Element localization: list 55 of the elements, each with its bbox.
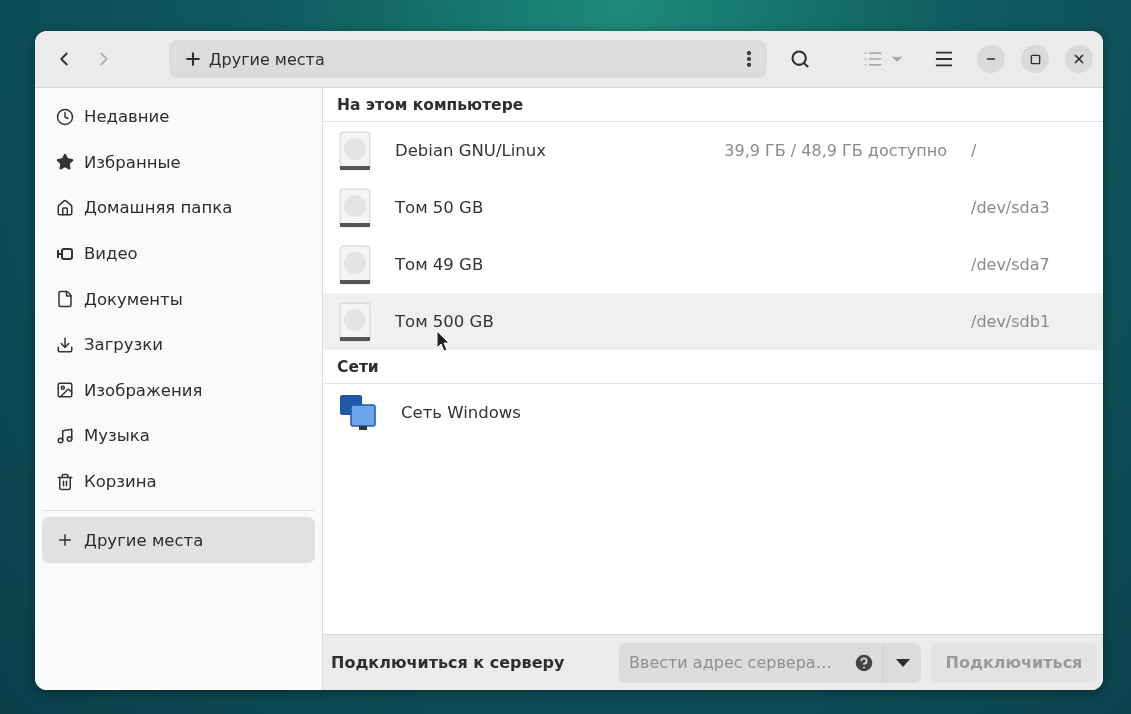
sidebar-item[interactable]: Музыка xyxy=(42,413,315,459)
sidebar-item[interactable]: Недавние xyxy=(42,94,315,140)
sidebar-item[interactable]: Избранные xyxy=(42,139,315,186)
server-address-combo[interactable]: Ввести адрес сервера… xyxy=(619,642,921,683)
network-icon xyxy=(339,393,377,432)
location-row[interactable]: Debian GNU/Linux 39,9 ГБ / 48,9 ГБ доступно / xyxy=(323,122,1103,179)
disk-usage: 39,9 ГБ / 48,9 ГБ доступно xyxy=(724,141,947,160)
hard-drive-icon xyxy=(339,301,371,342)
hard-drive-icon xyxy=(339,187,371,228)
mount-path: /dev/sdb1 xyxy=(971,312,1052,331)
mount-path: / xyxy=(971,141,978,160)
trash-icon xyxy=(56,472,74,491)
mount-path: /dev/sda7 xyxy=(971,255,1051,274)
mount-path: /dev/sda3 xyxy=(971,198,1051,217)
maximize-icon xyxy=(1029,53,1041,65)
location-row[interactable]: Том 50 GB /dev/sda3 xyxy=(323,179,1103,236)
document-icon xyxy=(56,290,74,309)
location-name: Debian GNU/Linux xyxy=(395,141,547,160)
maximize-button[interactable] xyxy=(1021,45,1049,73)
sidebar-item[interactable]: Видео xyxy=(42,230,315,277)
close-icon xyxy=(1072,52,1086,66)
sidebar-item[interactable]: Загрузки xyxy=(42,321,315,368)
hard-drive-icon xyxy=(339,244,371,285)
star-icon xyxy=(56,153,74,172)
download-icon xyxy=(56,335,74,354)
search-icon xyxy=(790,49,810,69)
location-text: Другие места xyxy=(209,49,326,69)
home-icon xyxy=(56,199,74,217)
list-icon xyxy=(863,49,883,69)
clock-icon xyxy=(56,107,74,126)
location-row[interactable]: Том 500 GB /dev/sdb1 xyxy=(323,293,1103,350)
location-row[interactable]: Том 49 GB /dev/sda7 xyxy=(323,236,1103,293)
server-address-input[interactable]: Ввести адрес сервера… xyxy=(619,653,853,672)
help-icon xyxy=(853,651,875,674)
sidebar-item[interactable]: Документы xyxy=(42,276,315,322)
caret-icon xyxy=(895,658,910,667)
section-heading: На этом компьютере xyxy=(323,88,1103,122)
close-button[interactable] xyxy=(1065,45,1093,73)
location-name: Том 50 GB xyxy=(395,198,485,217)
mouse-pointer-icon xyxy=(436,330,450,352)
location-row[interactable]: Сеть Windows xyxy=(323,384,1103,441)
location-bar[interactable]: Другие места xyxy=(169,40,767,78)
image-icon xyxy=(56,381,74,400)
location-name: Том 49 GB xyxy=(395,255,485,274)
hard-drive-icon xyxy=(339,130,371,171)
plus-icon xyxy=(183,49,203,69)
location-name: Сеть Windows xyxy=(401,403,522,422)
sidebar-item[interactable]: Домашняя папка xyxy=(42,185,315,231)
sidebar-item[interactable]: Другие места xyxy=(42,517,315,563)
music-icon xyxy=(56,426,74,445)
section-heading: Сети xyxy=(323,350,1103,384)
sidebar-item[interactable]: Изображения xyxy=(42,367,315,414)
location-name: Том 500 GB xyxy=(395,312,495,331)
connect-label: Подключиться к серверу xyxy=(331,653,566,672)
sidebar-item[interactable]: Корзина xyxy=(42,458,315,505)
